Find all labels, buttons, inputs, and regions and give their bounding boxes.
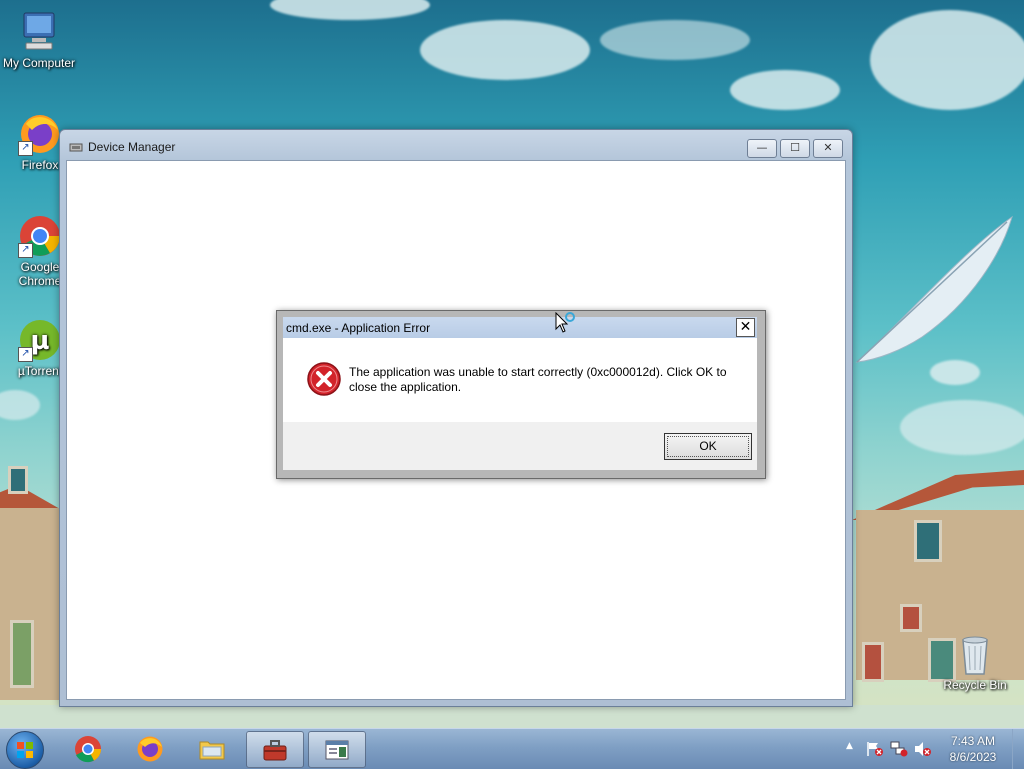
toolbox-icon [263, 740, 287, 761]
clock-time: 7:43 AM [950, 734, 996, 748]
cloud [870, 10, 1024, 110]
dialog-titlebar[interactable]: cmd.exe - Application Error ✕ [283, 317, 757, 338]
folder-icon [199, 741, 225, 760]
error-icon [307, 362, 341, 396]
ground [0, 705, 1024, 728]
application-error-dialog[interactable]: cmd.exe - Application Error ✕ The applic… [276, 310, 766, 479]
svg-text:µ: µ [30, 326, 49, 356]
start-button[interactable] [6, 731, 44, 769]
shortcut-arrow-icon: ↗ [18, 347, 33, 362]
cloud [270, 0, 430, 20]
clock-date: 8/6/2023 [949, 750, 997, 764]
window-icon [325, 740, 349, 760]
desktop-icon-recycle-bin[interactable]: Recycle Bin [935, 632, 1015, 692]
dialog-close-button[interactable]: ✕ [736, 318, 755, 337]
close-button[interactable]: ✕ [813, 139, 843, 158]
cloud [420, 20, 590, 80]
window-title: Device Manager [88, 140, 176, 154]
taskbar-toolbox-button[interactable] [246, 731, 304, 768]
shortcut-arrow-icon: ↗ [18, 243, 33, 258]
shortcut-arrow-icon: ↗ [18, 141, 33, 156]
windows-start-icon [17, 742, 33, 758]
system-clock[interactable]: 7:43 AM 8/6/2023 [940, 733, 1006, 765]
dialog-body: The application was unable to start corr… [283, 338, 757, 422]
cloud [730, 70, 840, 110]
volume-muted-icon[interactable] [914, 741, 932, 757]
taskbar: ▲ 7:43 AM 8/6/2023 [0, 728, 1024, 769]
ok-button[interactable]: OK [664, 433, 752, 460]
taskbar-file-explorer-button[interactable] [184, 731, 240, 766]
desktop-icon-label: My Computer [2, 56, 76, 70]
cloud [0, 390, 40, 420]
show-desktop-button[interactable] [1012, 729, 1024, 769]
house-illustration-left [0, 460, 60, 700]
error-message: The application was unable to start corr… [349, 365, 727, 394]
feather-illustration [855, 215, 1013, 363]
computer-icon [23, 12, 55, 50]
chrome-icon [75, 736, 101, 763]
cloud [900, 400, 1024, 455]
recycle-bin-icon [962, 636, 988, 675]
dialog-title: cmd.exe - Application Error [286, 321, 431, 335]
desktop-icon-my-computer[interactable]: My Computer [0, 10, 79, 70]
maximize-button[interactable]: ☐ [780, 139, 810, 158]
cloud [600, 20, 750, 60]
tray-overflow-button[interactable]: ▲ [846, 741, 853, 751]
dialog-footer: OK [283, 422, 757, 470]
taskbar-device-manager-button[interactable] [308, 731, 366, 768]
network-icon[interactable] [890, 741, 908, 757]
desktop-icon-label: Recycle Bin [943, 678, 1007, 692]
busy-cursor-icon [555, 312, 575, 333]
action-center-flag-icon[interactable] [866, 741, 884, 757]
taskbar-firefox-button[interactable] [122, 731, 178, 766]
device-manager-icon [69, 143, 83, 152]
focus-rectangle [667, 436, 749, 457]
minimize-button[interactable]: — [747, 139, 777, 158]
taskbar-chrome-button[interactable] [60, 731, 116, 766]
firefox-icon [137, 736, 163, 762]
